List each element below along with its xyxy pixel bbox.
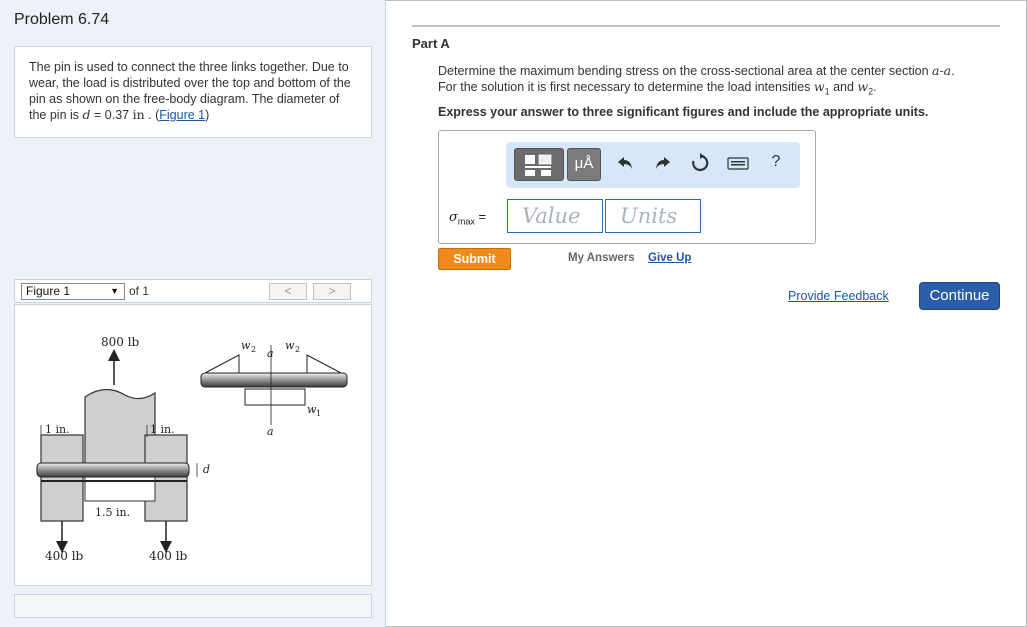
top-load-label: 800 lb: [101, 335, 140, 349]
problem-statement: The pin is used to connect the three lin…: [14, 46, 372, 138]
templates-button[interactable]: [514, 148, 564, 181]
figure-panel: 800 lb 400 lb 400 lb 1 in. 1 in. 1.5 in.…: [14, 304, 372, 586]
figure-select[interactable]: Figure 1 ▼: [21, 283, 125, 300]
submit-button[interactable]: Submit: [438, 248, 511, 270]
question-text: Determine the maximum bending stress on …: [438, 63, 1018, 100]
right-top-load: [306, 354, 342, 374]
fbd-pin: [200, 372, 348, 388]
templates-icon: [525, 154, 552, 176]
problem-pane: Problem 6.74 The pin is used to connect …: [0, 0, 386, 627]
sigma-symbol: σ: [449, 210, 458, 225]
give-up-link[interactable]: Give Up: [648, 252, 691, 264]
chevron-down-icon: ▼: [110, 286, 119, 296]
reset-icon[interactable]: [688, 152, 712, 179]
gap-width-label: 1.5 in.: [95, 506, 130, 519]
question-line-1: Determine the maximum bending stress on …: [438, 64, 932, 78]
value-input[interactable]: Value: [507, 199, 603, 233]
problem-text-after: . (: [144, 108, 160, 122]
section-label-bottom: a: [267, 425, 274, 438]
equals-sign: =: [478, 209, 487, 224]
left-load-label: 400 lb: [45, 549, 84, 563]
diameter-symbol: d: [82, 107, 91, 122]
continue-button[interactable]: Continue: [919, 282, 1000, 310]
provide-feedback-link[interactable]: Provide Feedback: [788, 289, 889, 303]
w1-symbol: w: [813, 79, 825, 94]
fbd-w2-right: w: [285, 339, 295, 352]
keyboard-icon[interactable]: [726, 152, 750, 179]
section-label-top: a: [267, 347, 274, 360]
right-width-label: 1 in.: [150, 423, 175, 436]
fbd-w2-left-sub: 2: [251, 345, 256, 354]
prev-figure-button[interactable]: <: [269, 283, 307, 300]
pin: [36, 462, 190, 478]
bottom-load: [244, 388, 306, 406]
figure-link[interactable]: Figure 1: [159, 108, 205, 122]
divider: [412, 25, 1000, 27]
pin-diagram: 800 lb 400 lb 400 lb 1 in. 1 in. 1.5 in.…: [36, 335, 348, 563]
left-width-label: 1 in.: [45, 423, 70, 436]
next-figure-button[interactable]: >: [313, 283, 351, 300]
sigma-subscript: max: [457, 216, 475, 227]
question-line-2: For the solution it is first necessary t…: [438, 80, 814, 94]
undo-icon[interactable]: [614, 152, 638, 179]
left-top-load: [204, 354, 240, 374]
w2-symbol: w: [857, 79, 869, 94]
problem-title: Problem 6.74: [14, 11, 110, 28]
question-line-1-end: .: [951, 64, 955, 78]
help-icon[interactable]: ?: [764, 152, 788, 172]
left-link: [40, 434, 84, 522]
part-title: Part A: [412, 36, 450, 51]
redo-icon[interactable]: [650, 152, 674, 179]
equation-toolbar: μÅ ?: [506, 142, 800, 188]
figure-toolbar: Figure 1 ▼ of 1 < >: [14, 279, 372, 303]
units-button[interactable]: μÅ: [567, 148, 601, 181]
figure-footer: [14, 594, 372, 618]
figure-select-value: Figure 1: [26, 284, 71, 298]
diameter-unit: in: [132, 107, 145, 122]
fbd-w1-sub: 1: [316, 409, 321, 418]
close-paren: ): [205, 108, 210, 122]
fbd-w2-left: w: [241, 339, 251, 352]
units-input[interactable]: Units: [605, 199, 701, 233]
right-load-label: 400 lb: [149, 549, 188, 563]
fbd-w2-right-sub: 2: [295, 345, 300, 354]
instruction-text: Express your answer to three significant…: [438, 105, 929, 119]
answer-label: σmax =: [449, 209, 486, 227]
diameter-value: = 0.37: [90, 108, 133, 122]
question-period: .: [873, 80, 877, 94]
my-answers-link[interactable]: My Answers: [568, 252, 635, 264]
section-name: a-a: [932, 63, 952, 78]
and-word: and: [829, 80, 858, 94]
diameter-label: d: [203, 463, 210, 476]
figure-count: of 1: [129, 284, 150, 298]
